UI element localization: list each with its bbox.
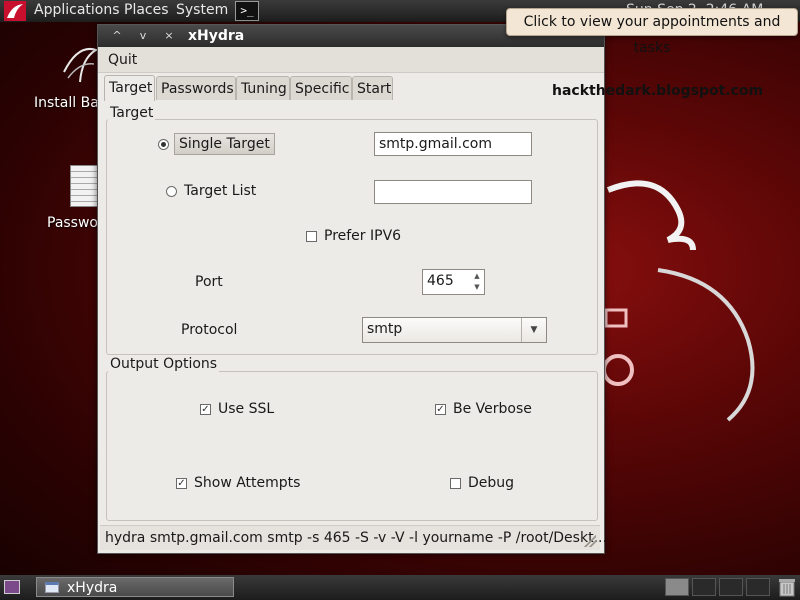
desktop-label-install[interactable]: Install Ba [34,95,99,111]
workspace-2[interactable] [692,578,716,596]
tab-target[interactable]: Target [104,75,155,101]
single-target-input[interactable]: smtp.gmail.com [374,132,532,156]
workspace-3[interactable] [719,578,743,596]
close-button[interactable]: × [160,28,178,44]
protocol-select[interactable]: smtp ▼ [362,317,547,343]
tab-specific[interactable]: Specific [290,76,352,100]
trash-icon[interactable] [778,577,796,597]
port-spinbutton[interactable]: 465 ▲ ▼ [422,269,485,295]
target-list-input[interactable] [374,180,532,204]
resize-grip-icon[interactable] [584,535,596,547]
prefer-ipv6-label[interactable]: Prefer IPV6 [324,228,401,244]
show-attempts-label[interactable]: Show Attempts [194,475,300,491]
command-preview: hydra smtp.gmail.com smtp -s 465 -S -v -… [105,530,607,546]
port-label: Port [195,274,223,290]
spin-up-icon[interactable]: ▲ [471,271,483,282]
tab-tuning[interactable]: Tuning [236,76,290,100]
taskbar-item-xhydra[interactable]: xHydra [36,577,234,597]
minimize-button[interactable]: v [134,28,152,44]
menu-places[interactable]: Places [124,2,169,18]
document-icon[interactable] [70,165,100,207]
taskbar-item-label: xHydra [67,580,118,596]
target-frame-title: Target [108,105,156,121]
single-target-label[interactable]: Single Target [174,133,275,155]
menu-quit[interactable]: Quit [108,52,137,68]
chevron-down-icon[interactable]: ▼ [521,318,546,342]
window-icon [45,582,59,593]
installer-icon[interactable] [60,42,98,90]
tab-start[interactable]: Start [352,76,393,100]
debug-checkbox[interactable] [450,478,461,489]
single-target-radio[interactable] [158,139,169,150]
be-verbose-checkbox[interactable]: ✓ [435,404,446,415]
status-bar: hydra smtp.gmail.com smtp -s 465 -S -v -… [100,525,607,550]
workspace-4[interactable] [746,578,770,596]
be-verbose-label[interactable]: Be Verbose [453,401,532,417]
terminal-icon[interactable]: >_ [235,1,259,21]
target-list-radio[interactable] [166,186,177,197]
bottom-panel: xHydra [0,575,800,600]
output-options-frame [106,371,598,521]
output-options-title: Output Options [108,356,220,372]
clock-tooltip: Click to view your appointments and task… [506,8,798,56]
use-ssl-checkbox[interactable]: ✓ [200,404,211,415]
protocol-label: Protocol [181,322,238,338]
maximize-button[interactable]: ^ [108,28,126,44]
desktop-label-passwords[interactable]: Passwo [47,215,98,231]
use-ssl-label[interactable]: Use SSL [218,401,274,417]
window-title: xHydra [188,28,245,44]
tab-passwords[interactable]: Passwords [156,76,236,100]
spin-down-icon[interactable]: ▼ [471,282,483,293]
menu-applications[interactable]: Applications [34,2,120,18]
blog-watermark: hackthedark.blogspot.com [552,83,764,99]
dragon-wallpaper-icon [602,180,755,422]
debug-label[interactable]: Debug [468,475,514,491]
prefer-ipv6-checkbox[interactable] [306,231,317,242]
show-attempts-checkbox[interactable]: ✓ [176,478,187,489]
kali-dragon-icon[interactable] [4,1,26,21]
port-value[interactable]: 465 [427,273,454,289]
xhydra-window: ^ v × xHydra Quit Target Passwords Tunin… [97,24,763,554]
show-desktop-icon[interactable] [4,580,20,594]
target-list-label[interactable]: Target List [184,183,256,199]
workspace-1[interactable] [665,578,689,596]
menubar: Quit [98,47,604,73]
protocol-value[interactable]: smtp [367,321,402,337]
menu-system[interactable]: System [176,2,228,18]
